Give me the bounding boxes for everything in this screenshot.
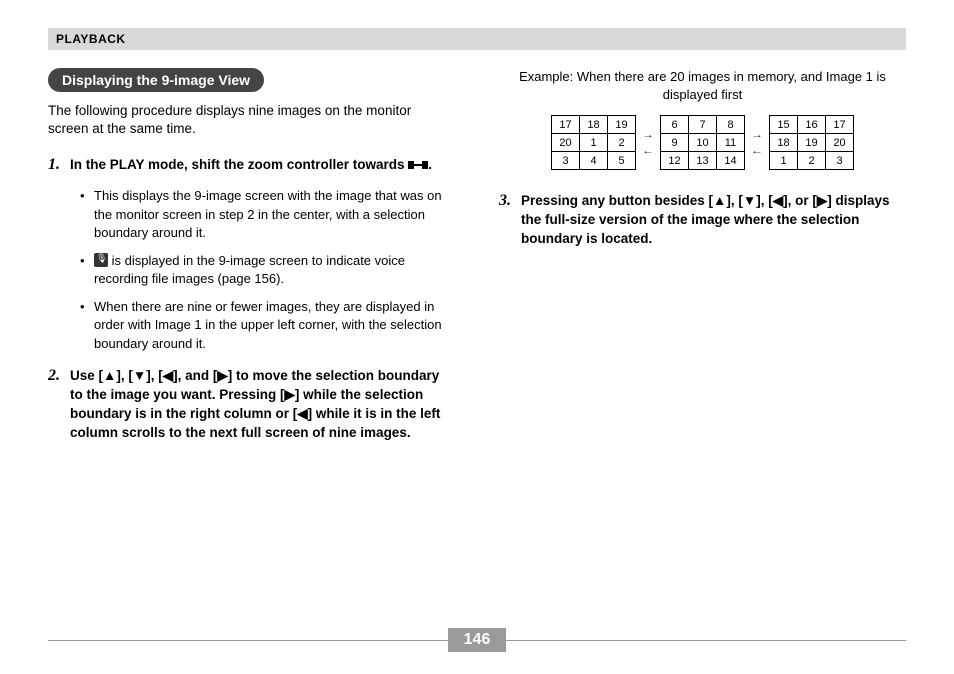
cell: 20	[552, 134, 580, 152]
arrow-right-icon: →	[642, 130, 654, 140]
step-2-heading: Use [▲], [▼], [◀], and [▶] to move the s…	[70, 368, 440, 440]
page-number: 146	[448, 628, 507, 652]
arrow-pair-2: → ←	[751, 129, 763, 157]
cell: 2	[608, 134, 636, 152]
step-1-text-b: .	[428, 157, 432, 172]
arrow-right-icon: →	[751, 130, 763, 140]
left-column: Displaying the 9-image View The followin…	[48, 68, 455, 456]
step-2-number: 2.	[48, 367, 60, 385]
section-title: Displaying the 9-image View	[48, 68, 264, 92]
right-column: Example: When there are 20 images in mem…	[499, 68, 906, 456]
mic-icon	[94, 253, 108, 267]
step-1-text-a: In the PLAY mode, shift the zoom control…	[70, 157, 408, 172]
cell: 18	[580, 116, 608, 134]
cell: 8	[717, 116, 745, 134]
step-3-number: 3.	[499, 192, 511, 210]
cell: 19	[798, 134, 826, 152]
page-footer: 146	[48, 628, 906, 652]
cell: 9	[661, 134, 689, 152]
cell: 20	[826, 134, 854, 152]
step-1-number: 1.	[48, 156, 60, 174]
cell: 6	[661, 116, 689, 134]
cell: 15	[770, 116, 798, 134]
content-columns: Displaying the 9-image View The followin…	[48, 68, 906, 456]
step-1: 1. In the PLAY mode, shift the zoom cont…	[48, 156, 455, 352]
step-3: 3. Pressing any button besides [▲], [▼],…	[499, 192, 906, 249]
page-header: PLAYBACK	[48, 28, 906, 50]
cell: 7	[689, 116, 717, 134]
cell: 16	[798, 116, 826, 134]
step-3-heading: Pressing any button besides [▲], [▼], [◀…	[521, 193, 890, 246]
cell: 5	[608, 152, 636, 170]
cell: 4	[580, 152, 608, 170]
cell: 19	[608, 116, 636, 134]
example-label: Example: When there are 20 images in mem…	[499, 68, 906, 103]
bullet-1: This displays the 9-image screen with th…	[80, 187, 455, 242]
cell: 3	[826, 152, 854, 170]
grid-1: 171819 2012 345	[551, 115, 636, 170]
zoom-out-icon	[408, 158, 428, 177]
grid-3: 151617 181920 123	[769, 115, 854, 170]
step-1-bullets: This displays the 9-image screen with th…	[80, 187, 455, 353]
cell: 10	[689, 134, 717, 152]
cell: 14	[717, 152, 745, 170]
cell: 18	[770, 134, 798, 152]
grid-row: 171819 2012 345 → ← 678 91011 121314 → ←…	[499, 115, 906, 170]
grid-2: 678 91011 121314	[660, 115, 745, 170]
cell: 13	[689, 152, 717, 170]
cell: 2	[798, 152, 826, 170]
intro-paragraph: The following procedure displays nine im…	[48, 102, 455, 138]
arrow-pair-1: → ←	[642, 129, 654, 157]
cell: 1	[580, 134, 608, 152]
cell: 12	[661, 152, 689, 170]
bullet-3: When there are nine or fewer images, the…	[80, 298, 455, 353]
footer-line-left	[48, 640, 448, 641]
bullet-2: is displayed in the 9-image screen to in…	[80, 252, 455, 288]
footer-line-right	[506, 640, 906, 641]
arrow-left-icon: ←	[642, 146, 654, 156]
arrow-left-icon: ←	[751, 146, 763, 156]
cell: 17	[826, 116, 854, 134]
cell: 3	[552, 152, 580, 170]
step-1-heading: In the PLAY mode, shift the zoom control…	[70, 157, 432, 172]
step-2: 2. Use [▲], [▼], [◀], and [▶] to move th…	[48, 367, 455, 443]
cell: 17	[552, 116, 580, 134]
cell: 1	[770, 152, 798, 170]
bullet-2-text: is displayed in the 9-image screen to in…	[94, 253, 405, 286]
cell: 11	[717, 134, 745, 152]
